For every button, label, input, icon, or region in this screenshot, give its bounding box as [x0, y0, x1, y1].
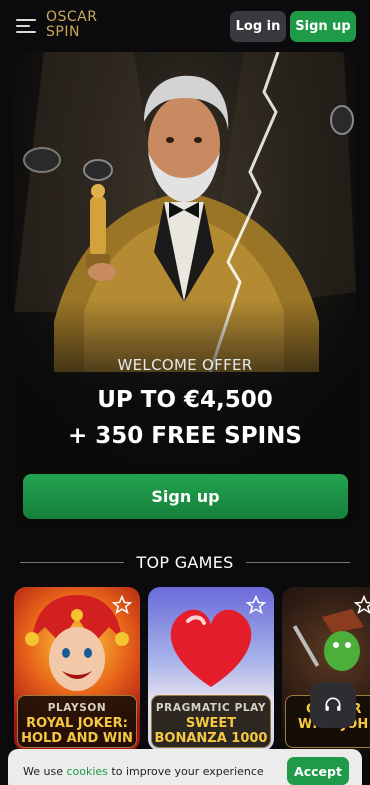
- game-title-line-1: ROYAL JOKER:: [26, 716, 128, 731]
- welcome-offer-label: WELCOME OFFER: [117, 356, 253, 374]
- top-games-title: TOP GAMES: [136, 552, 234, 572]
- hamburger-menu-icon[interactable]: [16, 18, 36, 34]
- favorite-star-icon[interactable]: [246, 595, 266, 615]
- game-title-line-1: SWEET: [185, 716, 237, 731]
- divider-right: [245, 561, 350, 563]
- accept-cookies-button[interactable]: Accept: [287, 757, 349, 785]
- game-card-royal-joker[interactable]: PLAYSON ROYAL JOKER: HOLD AND WIN: [14, 587, 140, 751]
- welcome-offer-banner[interactable]: WELCOME OFFER UP TO €4,500 + 350 FREE SP…: [14, 52, 356, 530]
- logo-line-1: OSCAR: [46, 9, 98, 25]
- support-chat-button[interactable]: [310, 682, 356, 728]
- headset-icon: [325, 697, 341, 711]
- game-card-sweet-bonanza[interactable]: PRAGMATIC PLAY SWEET BONANZA 1000: [148, 587, 274, 751]
- oscarspin-logo[interactable]: OSCAR SPIN: [46, 10, 110, 40]
- logo-line-2: SPIN: [46, 24, 80, 40]
- game-title-line-2: HOLD AND WIN: [21, 731, 133, 746]
- cookie-consent-bar: We use cookies to improve your experienc…: [8, 749, 362, 785]
- offer-amount: UP TO €4,500: [97, 387, 273, 413]
- favorite-star-icon[interactable]: [354, 595, 370, 615]
- game-title-line-2: BONANZA 1000: [154, 731, 268, 746]
- top-header: OSCAR SPIN Log in Sign up: [0, 0, 370, 52]
- game-provider: PLAYSON: [47, 702, 107, 714]
- cookie-policy-link[interactable]: cookies: [66, 765, 107, 778]
- game-provider: PRAGMATIC PLAY: [155, 702, 267, 714]
- header-signup-button[interactable]: Sign up: [290, 11, 356, 42]
- cookie-text-before: We use: [23, 765, 67, 778]
- offer-headline: UP TO €4,500 + 350 FREE SPINS: [14, 382, 356, 454]
- offer-free-spins: + 350 FREE SPINS: [68, 423, 302, 449]
- divider-left: [20, 561, 125, 563]
- game-info-plate: PRAGMATIC PLAY SWEET BONANZA 1000: [151, 695, 271, 748]
- cookie-message: We use cookies to improve your experienc…: [23, 765, 264, 778]
- game-info-plate: PLAYSON ROYAL JOKER: HOLD AND WIN: [17, 695, 137, 748]
- top-games-heading: TOP GAMES: [0, 550, 370, 574]
- hero-signup-button[interactable]: Sign up: [23, 474, 348, 519]
- cookie-text-after: to improve your experience: [107, 765, 264, 778]
- favorite-star-icon[interactable]: [112, 595, 132, 615]
- login-button[interactable]: Log in: [230, 11, 286, 42]
